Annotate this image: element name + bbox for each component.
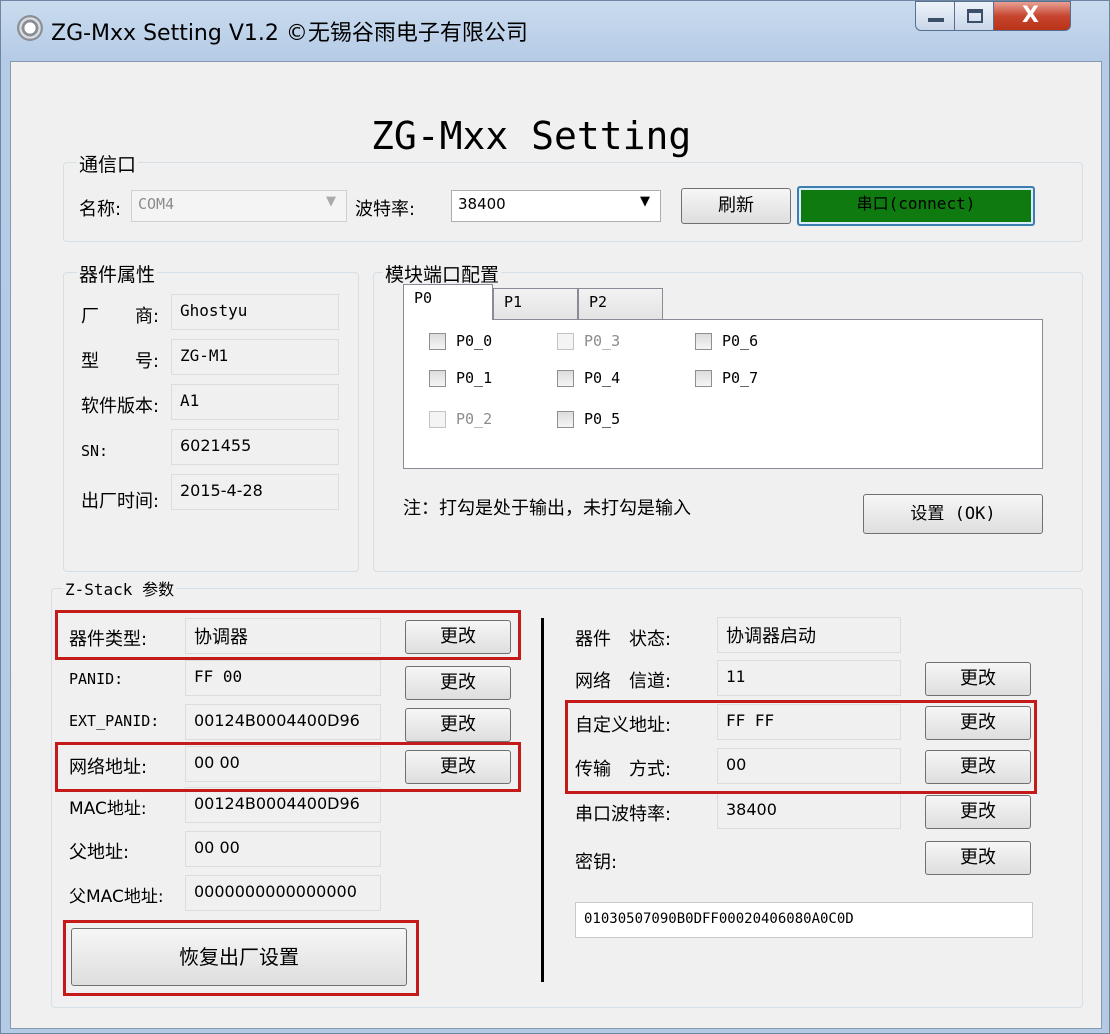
checkbox-box[interactable] [429,370,446,387]
checkbox-p0-3: P0_3 [557,332,620,350]
change-ext-panid-button[interactable]: 更改 [405,708,511,742]
model-label: 型 号: [81,351,160,372]
connect-button[interactable]: 串口(connect) [797,186,1035,226]
title-bar[interactable]: ZG-Mxx Setting V1.2 ©无锡谷雨电子有限公司 X [1,1,1110,59]
close-button[interactable]: X [993,1,1071,31]
app-heading: ZG-Mxx Setting [371,114,692,158]
app-window: ZG-Mxx Setting V1.2 ©无锡谷雨电子有限公司 X ZG-Mxx… [0,0,1110,1034]
checkbox-p0-0[interactable]: P0_0 [429,332,492,350]
checkbox-label: P0_5 [584,410,621,428]
change-channel-button[interactable]: 更改 [925,662,1031,696]
vendor-label: 厂 商: [81,306,160,327]
checkbox-p0-5[interactable]: P0_5 [557,410,620,428]
maximize-button[interactable] [954,1,994,31]
sw-version-label: 软件版本: [81,396,160,417]
highlight-custom-addr-transfer [565,700,1037,794]
change-panid-button[interactable]: 更改 [405,666,511,700]
channel-label: 网络 信道: [575,671,672,692]
checkbox-box[interactable] [557,411,574,428]
change-key-button[interactable]: 更改 [925,841,1031,875]
connect-label: 串口(connect) [801,190,1031,222]
client-area: ZG-Mxx Setting 通信口 名称: COM4 ▼ 波特率: 38400… [10,61,1102,1029]
checkbox-label: P0_0 [456,332,493,350]
key-input[interactable]: 01030507090B0DFF00020406080A0C0D [575,902,1033,938]
highlight-factory-reset [63,920,419,996]
channel-field: 11 [717,660,901,696]
checkbox-label: P0_6 [722,332,759,350]
tab-p2[interactable]: P2 [578,288,663,320]
key-label: 密钥: [575,852,618,873]
comm-group-label: 通信口 [77,150,139,177]
checkbox-box[interactable] [695,333,712,350]
minimize-button[interactable] [915,1,955,31]
refresh-button[interactable]: 刷新 [681,188,791,224]
maximize-icon [967,9,983,23]
ext-panid-field: 00124B0004400D96 [185,704,381,740]
column-divider [541,618,544,982]
sw-version-field: A1 [171,384,339,420]
vendor-field: Ghostyu [171,294,339,330]
checkbox-p0-1[interactable]: P0_1 [429,369,492,387]
checkbox-label: P0_7 [722,369,759,387]
minimize-icon [928,18,944,22]
checkbox-p0-4[interactable]: P0_4 [557,369,620,387]
factory-date-field: 2015-4-28 [171,474,339,510]
model-field: ZG-M1 [171,339,339,375]
device-group-label: 器件属性 [77,260,158,287]
window-title: ZG-Mxx Setting V1.2 ©无锡谷雨电子有限公司 [51,21,528,46]
parent-addr-field: 00 00 [185,831,381,867]
zstack-group-label: Z-Stack 参数 [63,576,177,600]
tab-p0[interactable]: P0 [403,284,493,320]
checkbox-p0-2: P0_2 [429,410,492,428]
gear-icon [17,15,43,41]
close-icon: X [1022,3,1039,28]
chevron-down-icon: ▼ [326,194,336,209]
mac-label: MAC地址: [69,799,147,819]
parent-mac-label: 父MAC地址: [69,887,164,907]
checkbox-label: P0_3 [584,332,621,350]
set-ok-button[interactable]: 设置 (OK) [863,494,1043,534]
checkbox-label: P0_4 [584,369,621,387]
sn-label: SN: [81,442,109,460]
checkbox-p0-6[interactable]: P0_6 [695,332,758,350]
status-field: 协调器启动 [717,617,901,653]
parent-mac-field: 0000000000000000 [185,875,381,911]
port-value: COM4 [138,195,175,213]
panid-label: PANID: [69,670,124,688]
uart-baud-label: 串口波特率: [575,804,672,825]
baud-label: 波特率: [355,199,416,220]
ports-group-label: 模块端口配置 [383,260,502,287]
port-name-label: 名称: [79,199,122,220]
checkbox-box[interactable] [695,370,712,387]
checkbox-label: P0_1 [456,369,493,387]
checkbox-label: P0_2 [456,410,493,428]
port-select[interactable]: COM4 ▼ [131,190,347,222]
checkbox-p0-7[interactable]: P0_7 [695,369,758,387]
tab-p1[interactable]: P1 [493,288,578,320]
uart-baud-field: 38400 [717,793,901,829]
change-uart-baud-button[interactable]: 更改 [925,795,1031,829]
highlight-device-type [55,610,521,660]
ext-panid-label: EXT_PANID: [69,712,160,730]
mac-field: 00124B0004400D96 [185,787,381,823]
panid-field: FF 00 [185,660,381,696]
baud-select[interactable]: 38400 ▼ [451,190,661,222]
factory-date-label: 出厂时间: [81,491,160,512]
port-note: 注：打勾是处于输出，未打勾是输入 [403,498,691,519]
chevron-down-icon: ▼ [640,194,650,209]
status-label: 器件 状态: [575,629,672,650]
checkbox-box [557,333,574,350]
sn-field: 6021455 [171,429,339,465]
highlight-net-addr [55,742,521,792]
checkbox-box[interactable] [557,370,574,387]
parent-addr-label: 父地址: [69,842,130,863]
baud-value: 38400 [458,195,506,213]
checkbox-box [429,411,446,428]
checkbox-box[interactable] [429,333,446,350]
